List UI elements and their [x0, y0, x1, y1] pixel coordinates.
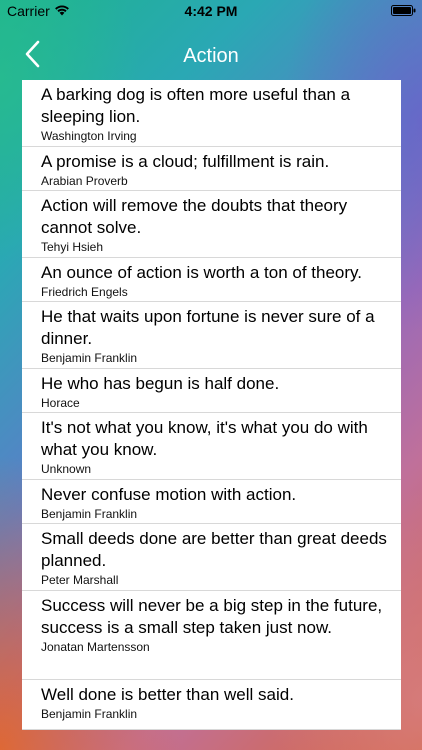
- status-bar: Carrier 4:42 PM: [0, 0, 422, 22]
- quote-author: Unknown: [41, 462, 92, 476]
- quote-row[interactable]: Success will never be a big step in the …: [22, 591, 401, 680]
- quote-author: Jonatan Martensson: [41, 640, 150, 654]
- quote-row[interactable]: Small deeds done are better than great d…: [22, 524, 401, 591]
- quote-author: Tehyi Hsieh: [41, 240, 104, 254]
- quote-row[interactable]: It's not what you know, it's what you do…: [22, 413, 401, 480]
- quote-row[interactable]: An ounce of action is worth a ton of the…: [22, 258, 401, 302]
- quote-text: A barking dog is often more useful than …: [41, 85, 351, 126]
- battery-icon: [391, 5, 416, 16]
- quote-author: Benjamin Franklin: [41, 351, 138, 365]
- quote-text: Success will never be a big step in the …: [41, 596, 383, 637]
- quote-text: A promise is a cloud; fulfillment is rai…: [41, 152, 330, 171]
- quote-row[interactable]: Action will remove the doubts that theor…: [22, 191, 401, 258]
- quote-text: He who has begun is half done.: [41, 374, 280, 393]
- quote-text: Well done is better than well said.: [41, 685, 294, 704]
- quote-author: Peter Marshall: [41, 573, 119, 587]
- quote-author: Arabian Proverb: [41, 174, 128, 188]
- quote-text: Small deeds done are better than great d…: [41, 529, 387, 570]
- quote-row[interactable]: He that waits upon fortune is never sure…: [22, 302, 401, 369]
- quote-list[interactable]: A barking dog is often more useful than …: [22, 80, 401, 730]
- quote-author: Benjamin Franklin: [41, 507, 138, 521]
- quote-text: He that waits upon fortune is never sure…: [41, 307, 375, 348]
- page-title: Action: [183, 45, 239, 67]
- quote-text: Action will remove the doubts that theor…: [41, 196, 348, 237]
- navigation-bar: Action: [0, 22, 422, 80]
- quote-text: It's not what you know, it's what you do…: [41, 418, 368, 459]
- quote-text: An ounce of action is worth a ton of the…: [41, 263, 362, 282]
- quote-author: Friedrich Engels: [41, 285, 128, 299]
- quote-author: Washington Irving: [41, 129, 137, 143]
- quote-row[interactable]: Well done is better than well said. Benja…: [22, 680, 401, 730]
- quote-author: Horace: [41, 396, 80, 410]
- quote-row[interactable]: A promise is a cloud; fulfillment is rai…: [22, 147, 401, 191]
- quote-row[interactable]: He who has begun is half done. Horace: [22, 369, 401, 413]
- quote-text: Never confuse motion with action.: [41, 485, 297, 504]
- quote-author: Benjamin Franklin: [41, 707, 138, 721]
- quote-row[interactable]: Never confuse motion with action. Benjami…: [22, 480, 401, 524]
- quote-row[interactable]: A barking dog is often more useful than …: [22, 80, 401, 147]
- status-time: 4:42 PM: [184, 3, 238, 19]
- screen: Carrier 4:42 PM Action A barking dog is …: [0, 0, 422, 750]
